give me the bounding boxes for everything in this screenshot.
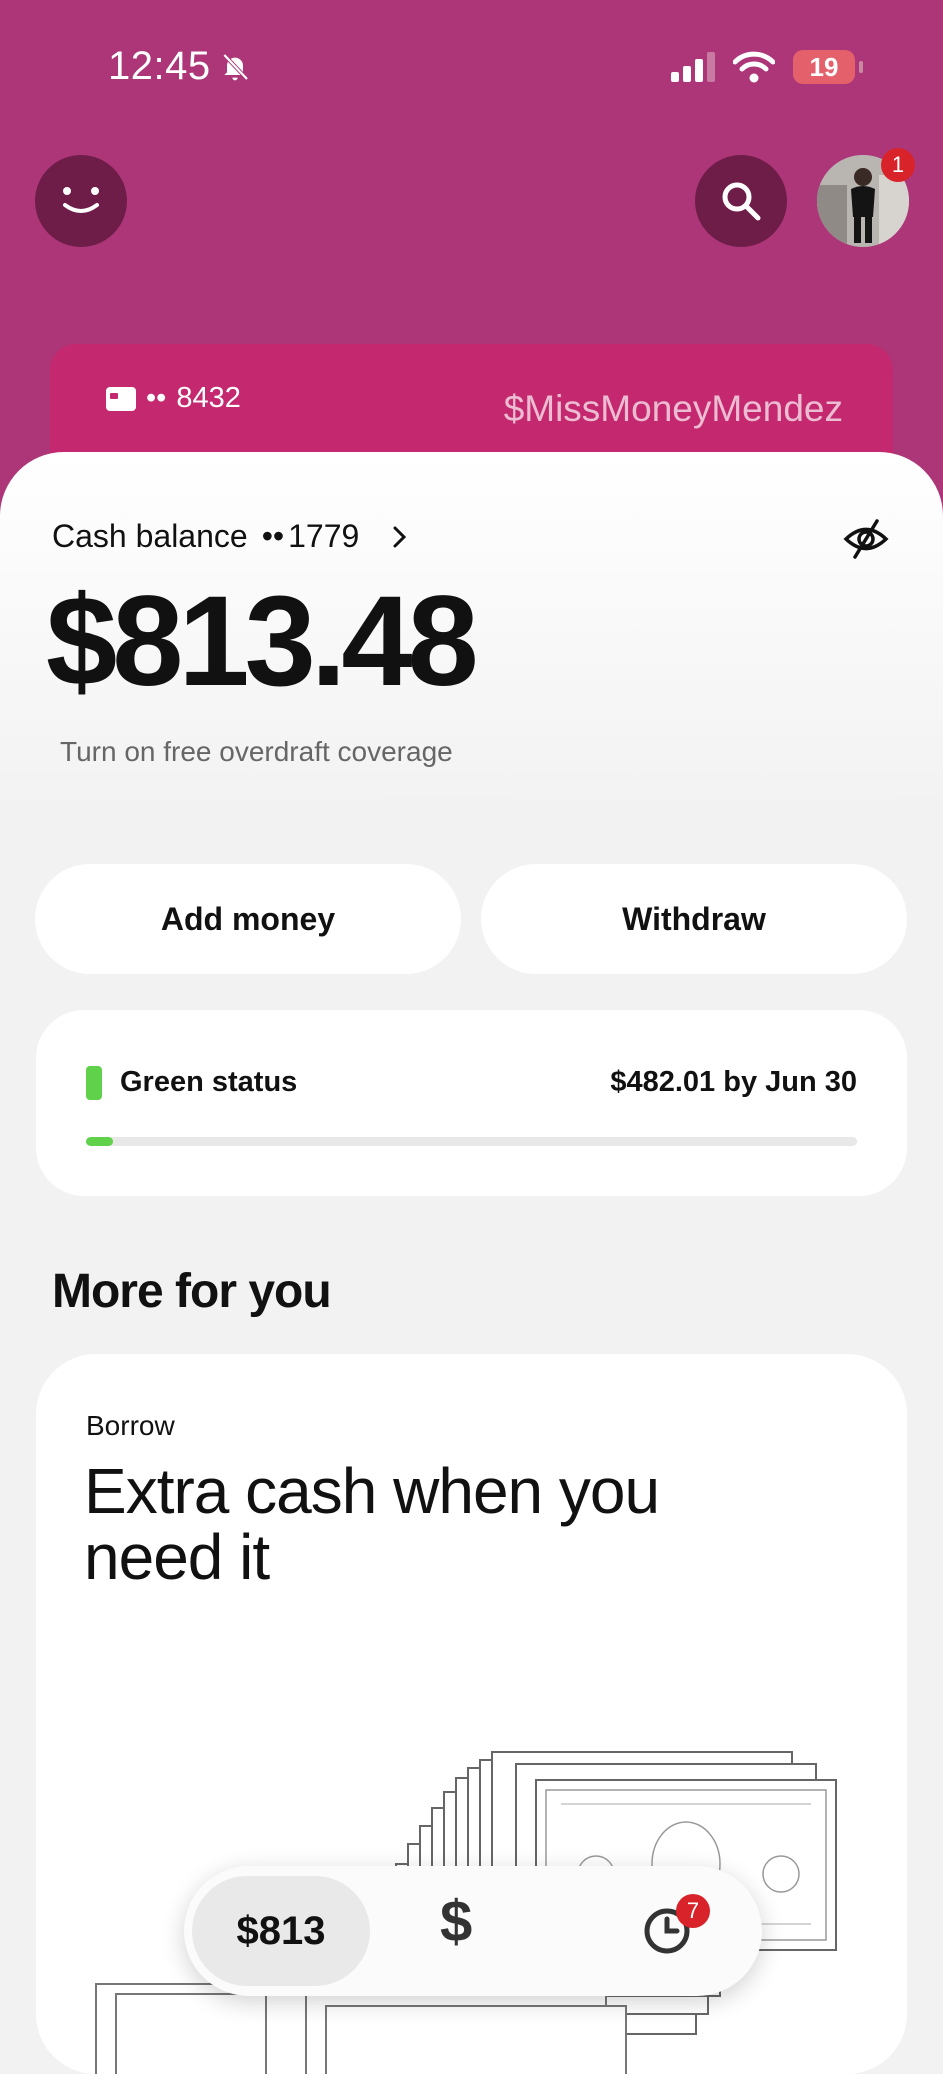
activity-badge: 7	[676, 1894, 710, 1928]
profile-smiley-button[interactable]	[35, 155, 127, 247]
green-status-progress-fill	[86, 1137, 113, 1146]
signal-icon	[671, 52, 715, 82]
green-status-progress	[86, 1137, 857, 1146]
eye-off-icon	[843, 519, 889, 559]
balance-amount: $813.48	[46, 570, 479, 713]
battery-indicator: 19	[793, 50, 863, 84]
nav-money-tab[interactable]: $813	[192, 1876, 370, 1986]
cashtag: $MissMoneyMendez	[503, 388, 843, 429]
green-status-marker	[86, 1066, 102, 1100]
wifi-icon	[733, 51, 775, 83]
status-bar-time: 12:45	[108, 44, 251, 89]
cash-balance-row[interactable]: Cash balance •• 1779	[52, 518, 411, 555]
card-dots: ••	[146, 382, 167, 414]
green-status-label: Green status	[120, 1066, 298, 1098]
status-bar-right: 19	[671, 50, 863, 84]
borrow-title: Extra cash when you need it	[84, 1455, 660, 1593]
balance-dots: ••	[261, 518, 285, 554]
search-button[interactable]	[695, 155, 787, 247]
green-status-value: $482.01 by Jun 30	[610, 1066, 857, 1098]
bottom-nav: $813 $ 7	[184, 1866, 762, 1996]
notification-badge: 1	[881, 148, 915, 182]
green-status-card[interactable]: Green status $482.01 by Jun 30	[36, 1010, 907, 1196]
nav-pay-tab[interactable]: $	[440, 1888, 472, 1955]
more-for-you-title: More for you	[52, 1265, 332, 1318]
borrow-kicker: Borrow	[86, 1410, 175, 1441]
card-icon	[106, 386, 136, 411]
search-icon	[722, 182, 761, 221]
card-number: •• 8432	[106, 382, 241, 415]
overdraft-link[interactable]: Turn on free overdraft coverage	[60, 736, 453, 768]
card-last-digits: 8432	[176, 382, 241, 414]
hide-balance-button[interactable]	[843, 518, 889, 565]
withdraw-button[interactable]: Withdraw	[481, 864, 907, 974]
time-text: 12:45	[108, 44, 211, 88]
balance-label: Cash balance	[52, 518, 248, 554]
activity-count: 7	[686, 1898, 700, 1923]
battery-level: 19	[809, 51, 839, 82]
add-money-button[interactable]: Add money	[35, 864, 461, 974]
bell-slash-icon	[222, 53, 249, 80]
notification-count: 1	[891, 152, 905, 177]
account-last-digits: 1779	[288, 518, 360, 554]
chevron-right-icon	[393, 526, 407, 547]
smiley-icon	[63, 187, 99, 213]
